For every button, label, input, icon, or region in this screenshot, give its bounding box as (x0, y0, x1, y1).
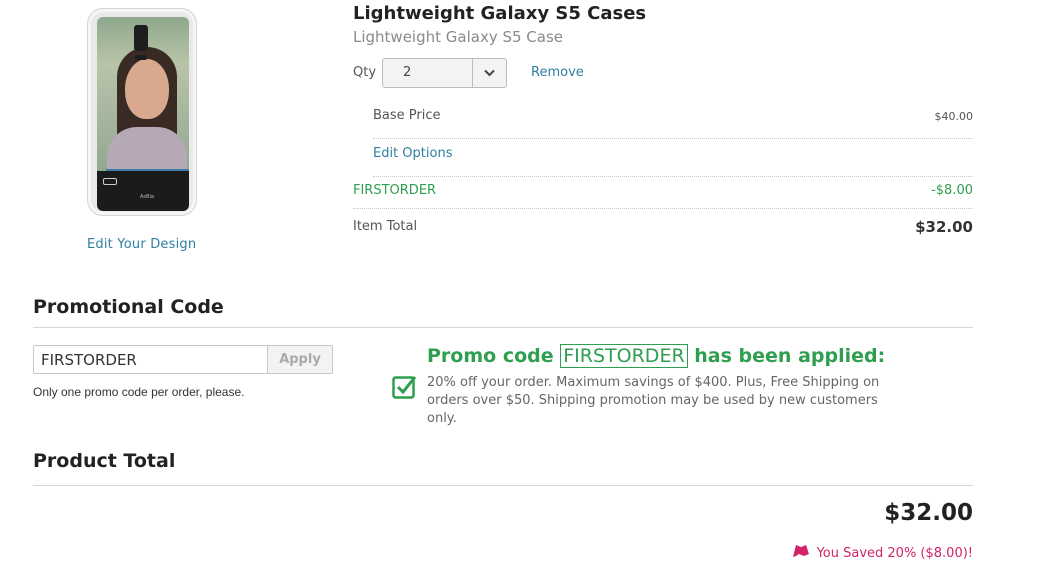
item-total-value: $32.00 (915, 218, 973, 236)
edit-options-link[interactable]: Edit Options (373, 146, 452, 161)
photo-shirt (107, 127, 187, 173)
quantity-value: 2 (403, 65, 412, 80)
promo-applied-message: Promo code FIRSTORDER has been applied: (427, 344, 886, 368)
slot-icon (103, 178, 117, 185)
promo-applied-suffix: has been applied: (694, 345, 886, 367)
promo-discount-label: FIRSTORDER (353, 183, 437, 198)
product-image: AsBla (87, 8, 197, 216)
promo-code-form: Apply (33, 345, 333, 374)
grand-total-value: $32.00 (884, 500, 973, 526)
remove-link[interactable]: Remove (531, 65, 584, 80)
promotional-code-heading: Promotional Code (33, 296, 224, 318)
promo-note: Only one promo code per order, please. (33, 385, 245, 399)
promo-code-input[interactable] (34, 346, 268, 373)
flash-icon (135, 55, 147, 60)
promo-applied-description: 20% off your order. Maximum savings of $… (427, 375, 880, 426)
quantity-select[interactable]: 2 (382, 58, 507, 88)
camera-icon (134, 25, 148, 51)
divider (33, 327, 973, 328)
checkmark-icon (392, 374, 417, 399)
promo-applied-code: FIRSTORDER (560, 344, 688, 368)
apply-button[interactable]: Apply (267, 346, 332, 373)
promo-discount-value: -$8.00 (931, 183, 973, 198)
promo-discount-row: FIRSTORDER -$8.00 (353, 181, 973, 209)
item-total-row: Item Total $32.00 (353, 218, 973, 242)
divider (33, 485, 973, 486)
base-price-value: $40.00 (934, 110, 974, 123)
case-bottom-panel (97, 171, 189, 211)
promo-applied-prefix: Promo code (427, 345, 554, 367)
edit-options-row: Edit Options (373, 146, 973, 177)
flag-icon (792, 544, 810, 562)
photo-face (125, 59, 169, 119)
product-subtitle: Lightweight Galaxy S5 Case (353, 28, 564, 46)
item-total-label: Item Total (353, 219, 418, 234)
edit-your-design-link[interactable]: Edit Your Design (87, 237, 196, 252)
product-total-heading: Product Total (33, 450, 176, 472)
quantity-label: Qty (353, 65, 377, 80)
savings-message: You Saved 20% ($8.00)! (792, 544, 973, 562)
base-price-label: Base Price (373, 108, 441, 123)
savings-text: You Saved 20% ($8.00)! (816, 545, 973, 561)
base-price-row: Base Price $40.00 (373, 108, 973, 139)
product-title: Lightweight Galaxy S5 Cases (353, 3, 647, 24)
brand-mark: AsBla (140, 194, 154, 200)
chevron-down-icon[interactable] (472, 59, 506, 87)
